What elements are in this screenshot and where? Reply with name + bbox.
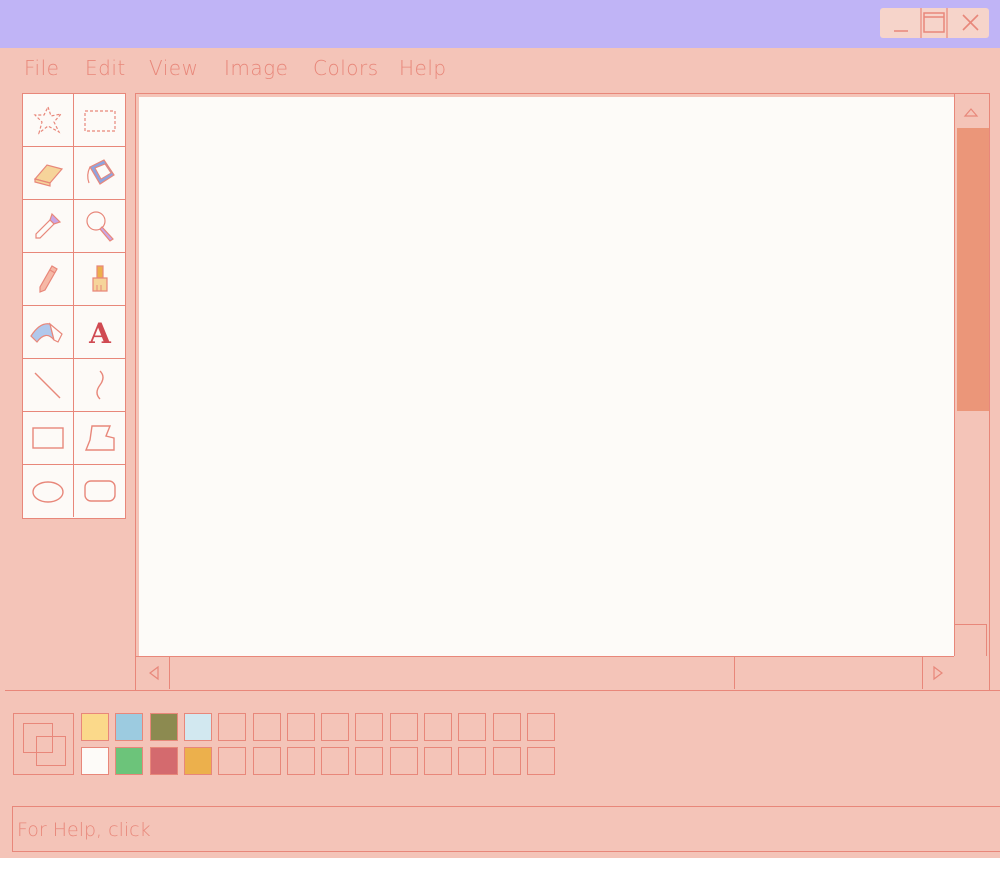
- palette-swatch[interactable]: [424, 713, 452, 741]
- brush-icon: [91, 265, 108, 292]
- airbrush-icon: [30, 322, 63, 343]
- tool-text[interactable]: A: [74, 306, 125, 359]
- text-tool-glyph: A: [88, 317, 112, 350]
- palette-swatch[interactable]: [492, 747, 521, 775]
- tool-free-form-select[interactable]: [23, 94, 74, 147]
- menu-image[interactable]: Image: [224, 56, 288, 80]
- title-bar[interactable]: [0, 0, 1000, 48]
- background-color-box[interactable]: [36, 736, 66, 766]
- tool-color-picker[interactable]: [23, 200, 74, 253]
- color-palette: [13, 711, 573, 781]
- palette-swatch[interactable]: [81, 713, 109, 741]
- tool-magnifier[interactable]: [74, 200, 125, 253]
- toolbox: A: [22, 93, 126, 519]
- vertical-scrollbar[interactable]: [954, 94, 989, 656]
- palette-swatch[interactable]: [115, 713, 144, 741]
- palette-swatch[interactable]: [321, 713, 350, 741]
- color-picker-icon: [35, 212, 62, 239]
- horizontal-scroll-thumb[interactable]: [170, 657, 735, 689]
- palette-swatch[interactable]: [218, 747, 247, 775]
- rectangle-tool-icon: [32, 427, 64, 449]
- tool-ellipse[interactable]: [23, 465, 74, 517]
- ellipse-tool-icon: [32, 481, 64, 503]
- horizontal-scrollbar[interactable]: [136, 656, 954, 690]
- palette-divider: [5, 690, 1000, 691]
- line-tool-icon: [34, 372, 61, 399]
- minimize-icon: [894, 30, 908, 32]
- triangle-right-icon: [933, 665, 943, 681]
- menu-file[interactable]: File: [24, 56, 59, 80]
- palette-swatch[interactable]: [149, 713, 178, 741]
- magnifier-icon: [85, 211, 114, 242]
- close-button[interactable]: [954, 8, 986, 38]
- fill-bucket-icon: [86, 159, 115, 185]
- tool-fill[interactable]: [74, 147, 125, 200]
- maximize-icon: [920, 8, 948, 38]
- rectangle-select-icon: [83, 110, 116, 132]
- palette-swatch[interactable]: [252, 747, 281, 775]
- menu-colors[interactable]: Colors: [313, 56, 379, 80]
- tool-eraser[interactable]: [23, 147, 74, 200]
- rounded-rectangle-tool-icon: [83, 480, 116, 502]
- minimize-button[interactable]: [888, 8, 918, 38]
- window-controls: [880, 8, 989, 38]
- triangle-left-icon: [148, 665, 159, 681]
- menu-bar: File Edit View Image Colors Help: [0, 56, 600, 86]
- palette-swatch[interactable]: [149, 747, 178, 775]
- canvas-area: [135, 93, 990, 691]
- pencil-icon: [39, 265, 58, 293]
- palette-swatch[interactable]: [321, 747, 350, 775]
- palette-swatch[interactable]: [458, 713, 487, 741]
- text-tool-icon: A: [88, 317, 112, 350]
- tool-curve[interactable]: [74, 359, 125, 412]
- status-bar: For Help, click: [12, 806, 1000, 852]
- palette-swatch[interactable]: [183, 747, 212, 775]
- palette-swatch[interactable]: [526, 747, 555, 775]
- palette-swatch[interactable]: [81, 747, 109, 775]
- palette-swatch[interactable]: [252, 713, 281, 741]
- tool-line[interactable]: [23, 359, 74, 412]
- palette-swatch[interactable]: [355, 747, 384, 775]
- palette-swatch[interactable]: [115, 747, 144, 775]
- active-colors-indicator[interactable]: [13, 713, 74, 775]
- free-form-select-icon: [33, 105, 63, 135]
- eraser-icon: [33, 164, 64, 187]
- palette-swatch[interactable]: [526, 713, 555, 741]
- scroll-up-button[interactable]: [955, 94, 987, 126]
- palette-swatch[interactable]: [492, 713, 521, 741]
- tool-rectangle-select[interactable]: [74, 94, 125, 147]
- palette-swatch[interactable]: [424, 747, 452, 775]
- palette-swatch[interactable]: [355, 713, 384, 741]
- maximize-button[interactable]: [920, 8, 950, 38]
- menu-edit[interactable]: Edit: [85, 56, 126, 80]
- scroll-right-button[interactable]: [922, 657, 954, 689]
- palette-swatch[interactable]: [389, 713, 418, 741]
- vertical-scroll-thumb[interactable]: [957, 128, 989, 411]
- drawing-canvas[interactable]: [139, 97, 954, 657]
- paint-window: File Edit View Image Colors Help A For H…: [0, 0, 1000, 858]
- polygon-tool-icon: [84, 425, 115, 451]
- palette-swatch[interactable]: [389, 747, 418, 775]
- tool-rounded-rectangle[interactable]: [74, 465, 125, 517]
- status-text: For Help, click: [17, 819, 151, 841]
- close-icon: [962, 14, 979, 31]
- triangle-up-icon: [963, 108, 979, 117]
- curve-tool-icon: [95, 370, 104, 400]
- tool-brush[interactable]: [74, 253, 125, 306]
- scroll-left-button[interactable]: [136, 657, 170, 689]
- tool-polygon[interactable]: [74, 412, 125, 465]
- menu-help[interactable]: Help: [399, 56, 447, 80]
- palette-swatch[interactable]: [286, 713, 315, 741]
- palette-swatch[interactable]: [286, 747, 315, 775]
- menu-view[interactable]: View: [149, 56, 198, 80]
- palette-swatch[interactable]: [183, 713, 212, 741]
- tool-rectangle[interactable]: [23, 412, 74, 465]
- tool-pencil[interactable]: [23, 253, 74, 306]
- scrollbar-corner: [955, 624, 987, 656]
- tool-airbrush[interactable]: [23, 306, 74, 359]
- palette-swatch[interactable]: [218, 713, 247, 741]
- palette-swatch[interactable]: [458, 747, 487, 775]
